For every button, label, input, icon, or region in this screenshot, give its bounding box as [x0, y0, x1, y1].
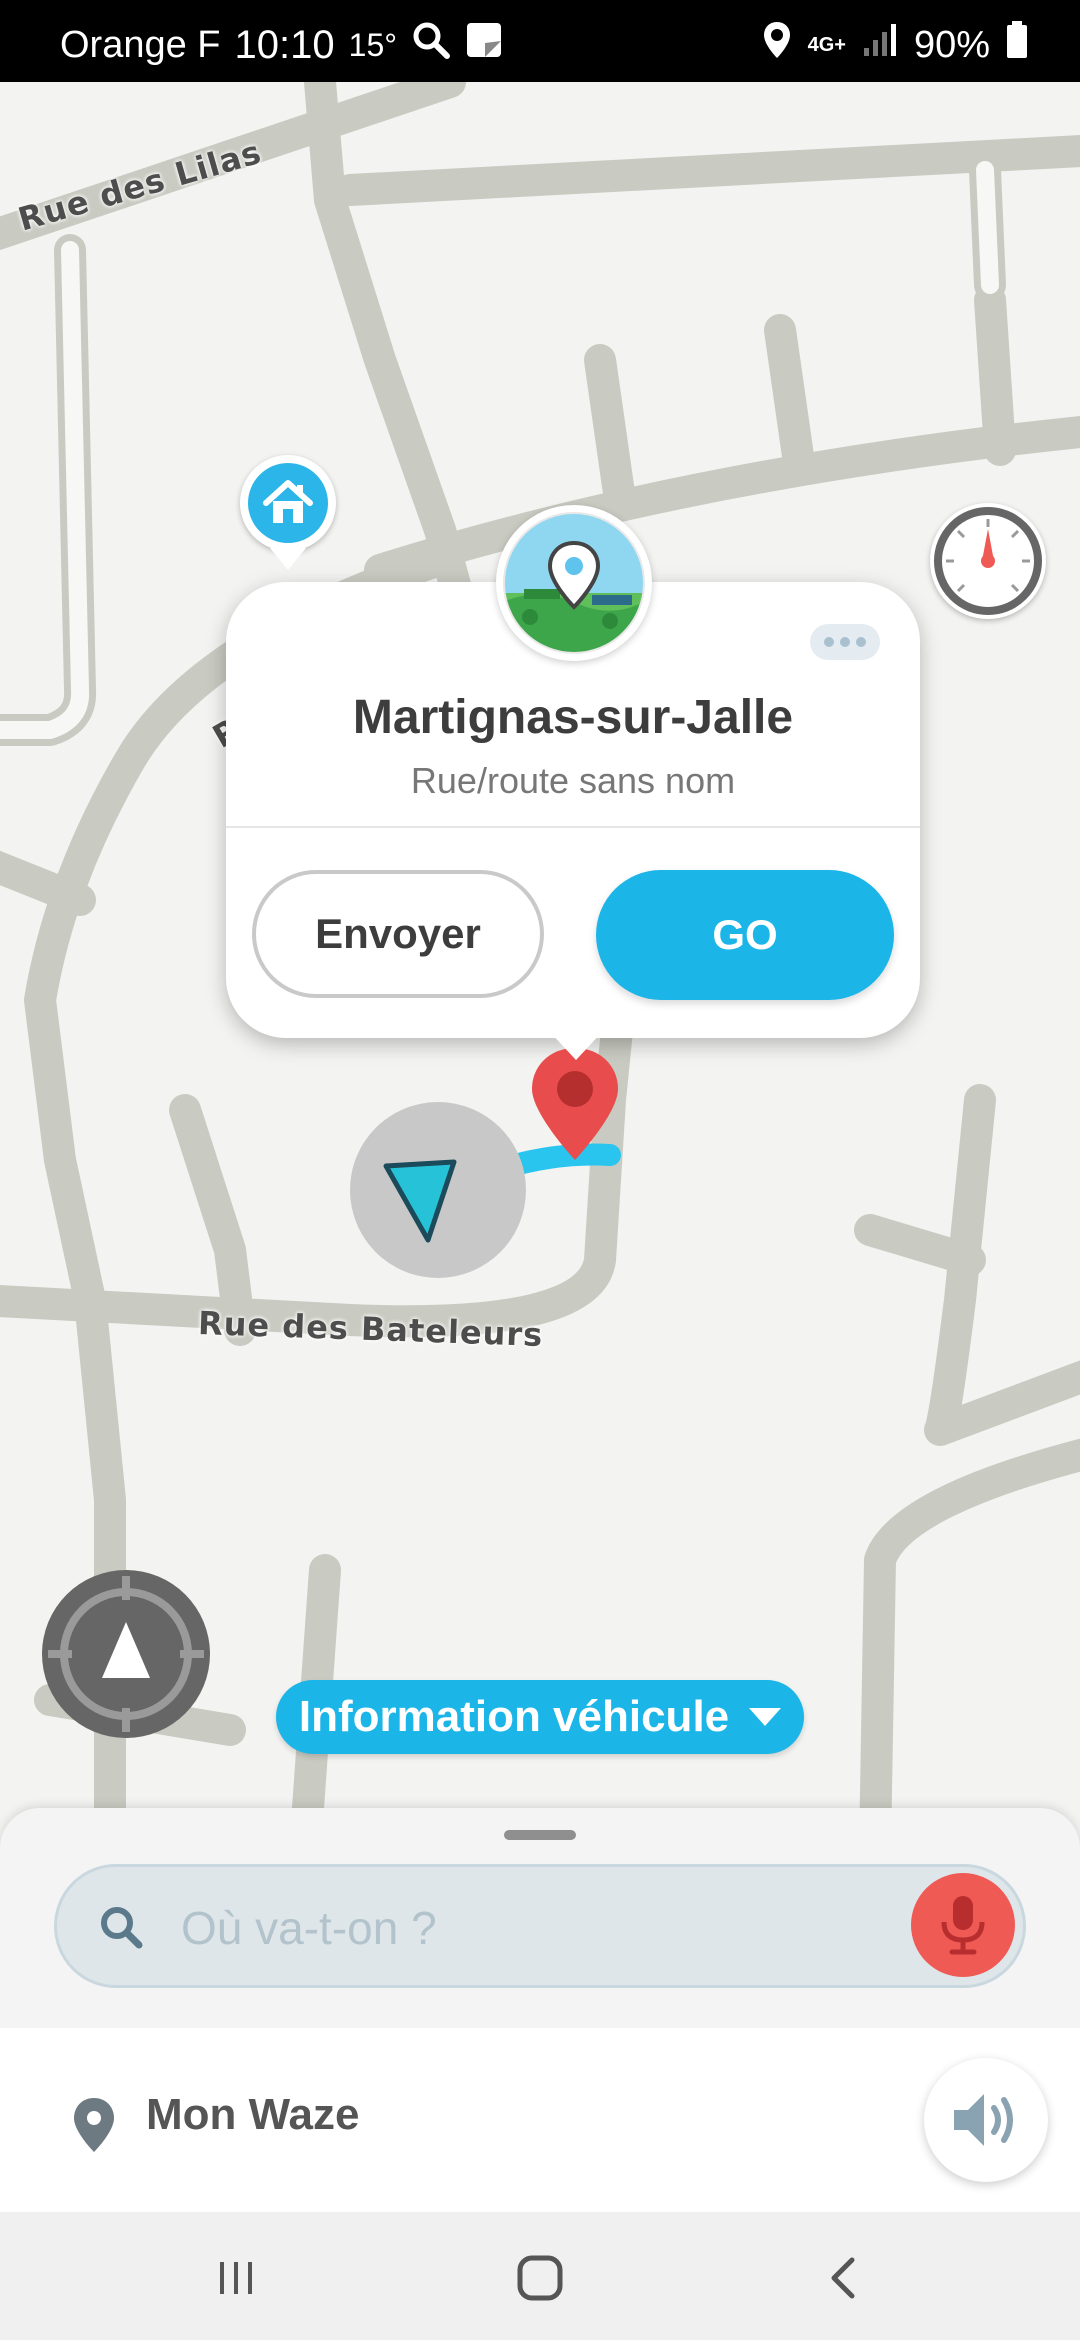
more-dot: [840, 637, 850, 647]
more-dot: [856, 637, 866, 647]
my-waze-bar[interactable]: Mon Waze: [0, 2028, 1080, 2212]
carrier-name: Orange F: [60, 23, 221, 66]
search-bar[interactable]: Où va-t-on ?: [54, 1864, 1026, 1988]
sheet-handle[interactable]: [504, 1830, 576, 1840]
destination-pin[interactable]: [528, 1044, 622, 1164]
home-button[interactable]: [510, 2248, 570, 2308]
temperature: 15°: [348, 26, 398, 63]
search-placeholder: Où va-t-on ?: [181, 1902, 437, 1954]
clock: 10:10: [234, 22, 335, 67]
destination-pin-icon: [532, 1048, 618, 1160]
current-position-marker: [350, 1102, 526, 1278]
more-dot: [824, 637, 834, 647]
sound-settings-button[interactable]: [924, 2058, 1048, 2182]
place-title: Martignas-sur-Jalle: [352, 691, 794, 744]
vehicle-info-label: Information véhicule: [298, 1692, 730, 1741]
home-marker-tail: [270, 548, 306, 570]
my-waze-label: Mon Waze: [146, 2090, 360, 2139]
recenter-button[interactable]: [42, 1570, 210, 1738]
more-options-button[interactable]: [810, 624, 880, 660]
microphone-icon: [941, 1896, 985, 1955]
back-button[interactable]: [814, 2248, 874, 2308]
notes-notification-icon: [465, 21, 503, 69]
location-pin-icon: [72, 2096, 116, 2159]
vehicle-info-button[interactable]: Information véhicule: [276, 1680, 804, 1754]
battery-icon: [1006, 21, 1028, 69]
speedometer-icon: [934, 507, 1042, 615]
place-subtitle: Rue/route sans nom: [410, 760, 736, 801]
navigation-arrow-icon: [383, 1159, 457, 1243]
recenter-icon: [48, 1576, 204, 1732]
recent-apps-icon: [220, 2262, 252, 2294]
chevron-down-icon: [749, 1708, 782, 1726]
battery-level: 90%: [913, 23, 990, 66]
speedometer-button[interactable]: [930, 503, 1046, 619]
bottom-sheet[interactable]: Où va-t-on ?: [0, 1808, 1080, 2028]
home-icon: [248, 463, 328, 543]
home-marker[interactable]: [240, 455, 336, 551]
back-icon: [831, 2257, 855, 2299]
go-button[interactable]: GO: [596, 870, 894, 1000]
search-icon: [97, 1903, 145, 1956]
recent-apps-button[interactable]: [206, 2248, 266, 2308]
place-avatar: [496, 505, 652, 661]
signal-icon: [862, 22, 898, 68]
system-navigation-bar: [0, 2212, 1080, 2340]
search-notification-icon: [411, 20, 451, 70]
landscape-pin-icon: [503, 512, 645, 654]
home-nav-icon: [517, 2255, 563, 2301]
voice-search-button[interactable]: [911, 1873, 1015, 1977]
card-pointer: [548, 1030, 604, 1060]
card-divider: [226, 826, 920, 828]
location-status-icon: [762, 20, 792, 70]
network-type: 4G+: [807, 33, 846, 56]
send-button[interactable]: Envoyer: [252, 870, 544, 998]
status-bar: Orange F 10:10 15° 4G+ 90%: [0, 0, 1080, 82]
speaker-icon: [954, 2094, 1013, 2146]
